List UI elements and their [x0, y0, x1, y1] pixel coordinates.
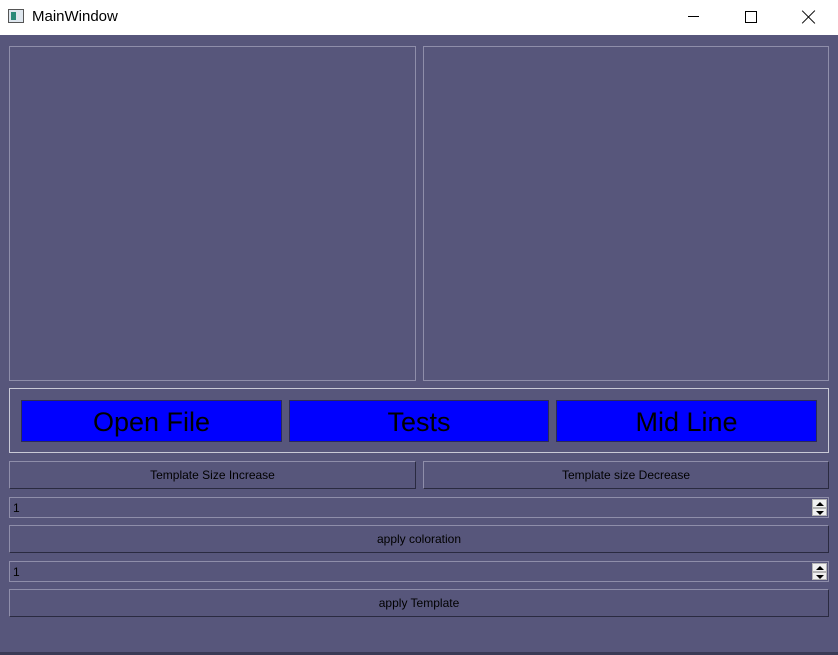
minimize-icon — [687, 16, 699, 17]
title-bar: MainWindow — [0, 0, 838, 35]
tests-button[interactable]: Tests — [289, 400, 549, 442]
open-file-button[interactable]: Open File — [21, 400, 282, 442]
coloration-spinbox[interactable]: 1 — [9, 497, 829, 518]
mid-line-button[interactable]: Mid Line — [556, 400, 817, 442]
spin-up-icon[interactable] — [812, 563, 827, 572]
apply-coloration-button[interactable]: apply coloration — [9, 525, 829, 553]
spin-down-icon[interactable] — [812, 571, 827, 580]
apply-template-button[interactable]: apply Template — [9, 589, 829, 617]
maximize-icon — [745, 10, 757, 23]
template-spinbox-value[interactable]: 1 — [13, 565, 20, 579]
close-button[interactable] — [780, 0, 838, 33]
maximize-button[interactable] — [722, 0, 780, 33]
spin-down-icon[interactable] — [812, 507, 827, 516]
close-icon — [802, 10, 816, 24]
template-spinbox-arrows — [812, 563, 827, 580]
coloration-spinbox-value[interactable]: 1 — [13, 501, 20, 515]
template-spinbox[interactable]: 1 — [9, 561, 829, 582]
app-window-icon — [8, 9, 24, 23]
minimize-button[interactable] — [664, 0, 722, 33]
left-image-panel — [9, 46, 416, 381]
template-size-decrease-button[interactable]: Template size Decrease — [423, 461, 829, 489]
window-title: MainWindow — [32, 8, 118, 25]
template-size-increase-button[interactable]: Template Size Increase — [9, 461, 416, 489]
right-image-panel — [423, 46, 829, 381]
coloration-spinbox-arrows — [812, 499, 827, 516]
spin-up-icon[interactable] — [812, 499, 827, 508]
